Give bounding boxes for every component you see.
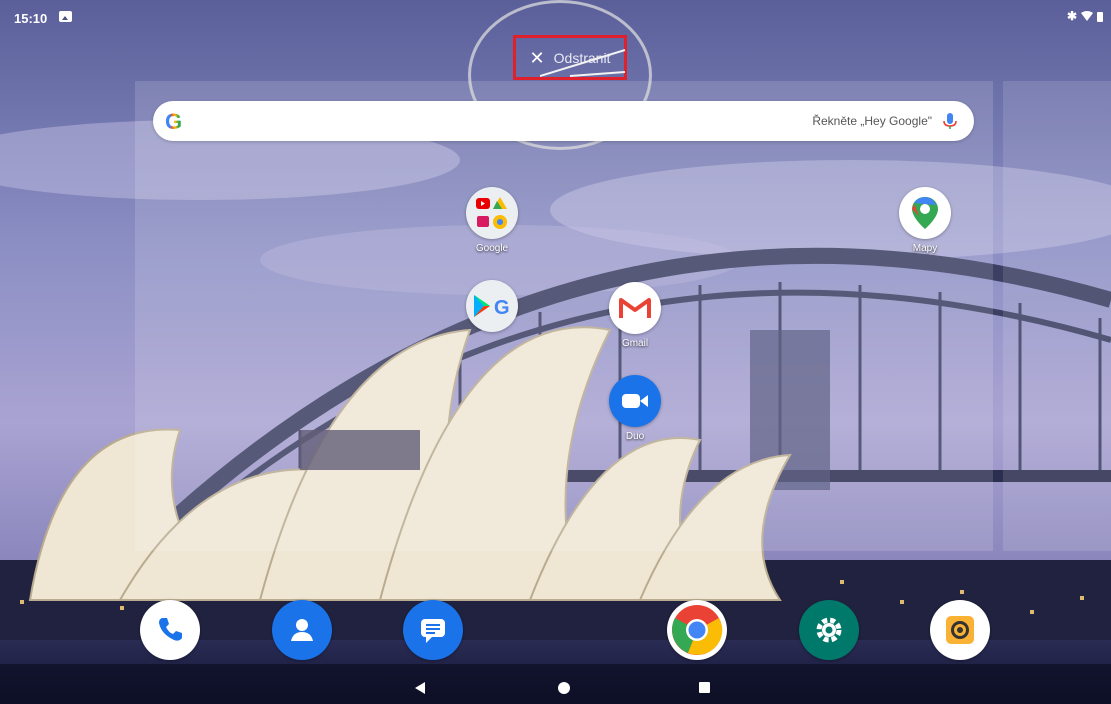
app-label: Gmail — [621, 338, 649, 349]
play-google-folder-icon: G — [466, 280, 518, 332]
status-time: 15:10 — [14, 11, 48, 26]
battery-icon — [1097, 11, 1103, 22]
settings-icon — [799, 600, 859, 660]
google-search-bar[interactable]: G Řekněte „Hey Google" — [153, 101, 974, 141]
mic-icon[interactable] — [940, 111, 960, 131]
duo-icon — [609, 375, 661, 427]
search-hint: Řekněte „Hey Google" — [812, 114, 932, 128]
google-logo-icon: G — [165, 109, 183, 134]
app-google-folder[interactable]: Google — [452, 187, 532, 254]
app-label: Mapy — [912, 243, 938, 254]
svg-text:G: G — [494, 297, 510, 319]
dock — [0, 600, 1111, 664]
dock-phone[interactable] — [130, 600, 210, 660]
home-page-panel — [135, 81, 993, 551]
home-icon[interactable] — [558, 682, 570, 694]
wifi-icon — [1081, 11, 1093, 21]
app-label: Google — [475, 243, 509, 254]
dock-camera[interactable] — [920, 600, 1000, 660]
app-gmail[interactable]: Gmail — [595, 282, 675, 349]
next-page-panel[interactable] — [1003, 81, 1111, 551]
bluetooth-icon: ✱ — [1066, 9, 1077, 23]
back-icon[interactable] — [415, 682, 425, 694]
google-folder-icon — [466, 187, 518, 239]
dock-chrome[interactable] — [657, 600, 737, 660]
status-icons: ✱ — [1067, 9, 1103, 23]
chrome-icon — [667, 600, 727, 660]
app-label: Duo — [625, 431, 645, 442]
recents-icon[interactable] — [699, 682, 710, 693]
image-icon — [59, 11, 72, 22]
camera-icon — [930, 600, 990, 660]
phone-icon — [140, 600, 200, 660]
app-duo[interactable]: Duo — [595, 375, 675, 442]
dock-contacts[interactable] — [262, 600, 342, 660]
dragged-widget-edge — [540, 49, 626, 77]
contacts-icon — [272, 600, 332, 660]
status-bar: 15:10 ✱ — [0, 8, 1111, 30]
messages-icon — [403, 600, 463, 660]
app-play-google-folder[interactable]: G — [452, 280, 532, 336]
gmail-icon — [609, 282, 661, 334]
app-maps[interactable]: Mapy — [885, 187, 965, 254]
maps-icon — [899, 187, 951, 239]
dock-messages[interactable] — [393, 600, 473, 660]
dock-settings[interactable] — [789, 600, 869, 660]
